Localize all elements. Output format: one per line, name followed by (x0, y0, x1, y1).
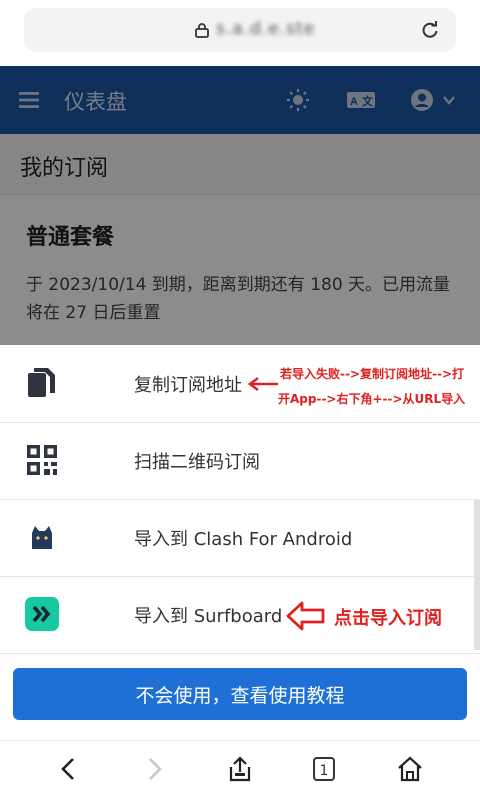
surfboard-icon (25, 597, 59, 631)
browser-address-area: s.a.d.e.ste (0, 0, 480, 66)
cat-icon (32, 526, 52, 549)
home-icon[interactable] (396, 755, 424, 783)
address-bar[interactable]: s.a.d.e.ste (24, 8, 456, 52)
tab-count-button[interactable]: 1 (313, 757, 335, 781)
lock-icon (195, 23, 209, 38)
copy-icon (28, 368, 55, 397)
modal-backdrop[interactable] (0, 66, 480, 348)
copy-subscription-label: 复制订阅地址 (134, 375, 242, 396)
annotation-line-1: 若导入失败-->复制订阅地址-->打 (280, 367, 465, 381)
annotation-line-2: 开App-->右下角+-->从URL导入 (278, 392, 466, 406)
url-text: s.a.d.e.ste (216, 19, 316, 39)
annotation-surfboard: 点击导入订阅 (334, 608, 442, 629)
scrollbar[interactable] (474, 500, 480, 650)
copy-subscription-row[interactable]: 复制订阅地址 (0, 345, 480, 423)
back-icon[interactable] (55, 755, 83, 783)
scan-qrcode-row[interactable]: 扫描二维码订阅 (0, 422, 480, 500)
browser-toolbar: 1 (0, 740, 480, 796)
import-clash-row[interactable]: 导入到 Clash For Android (0, 499, 480, 577)
help-tutorial-button[interactable]: 不会使用，查看使用教程 (13, 668, 467, 720)
share-icon[interactable] (226, 755, 254, 783)
import-clash-label: 导入到 Clash For Android (134, 529, 353, 550)
reload-icon[interactable] (420, 20, 440, 40)
scan-qrcode-label: 扫描二维码订阅 (134, 452, 260, 473)
annotation-outline-arrow-icon (286, 601, 325, 631)
forward-icon[interactable] (140, 755, 168, 783)
annotation-arrow-icon (248, 377, 278, 391)
import-surfboard-label: 导入到 Surfboard (134, 606, 283, 627)
qrcode-icon (27, 445, 57, 475)
